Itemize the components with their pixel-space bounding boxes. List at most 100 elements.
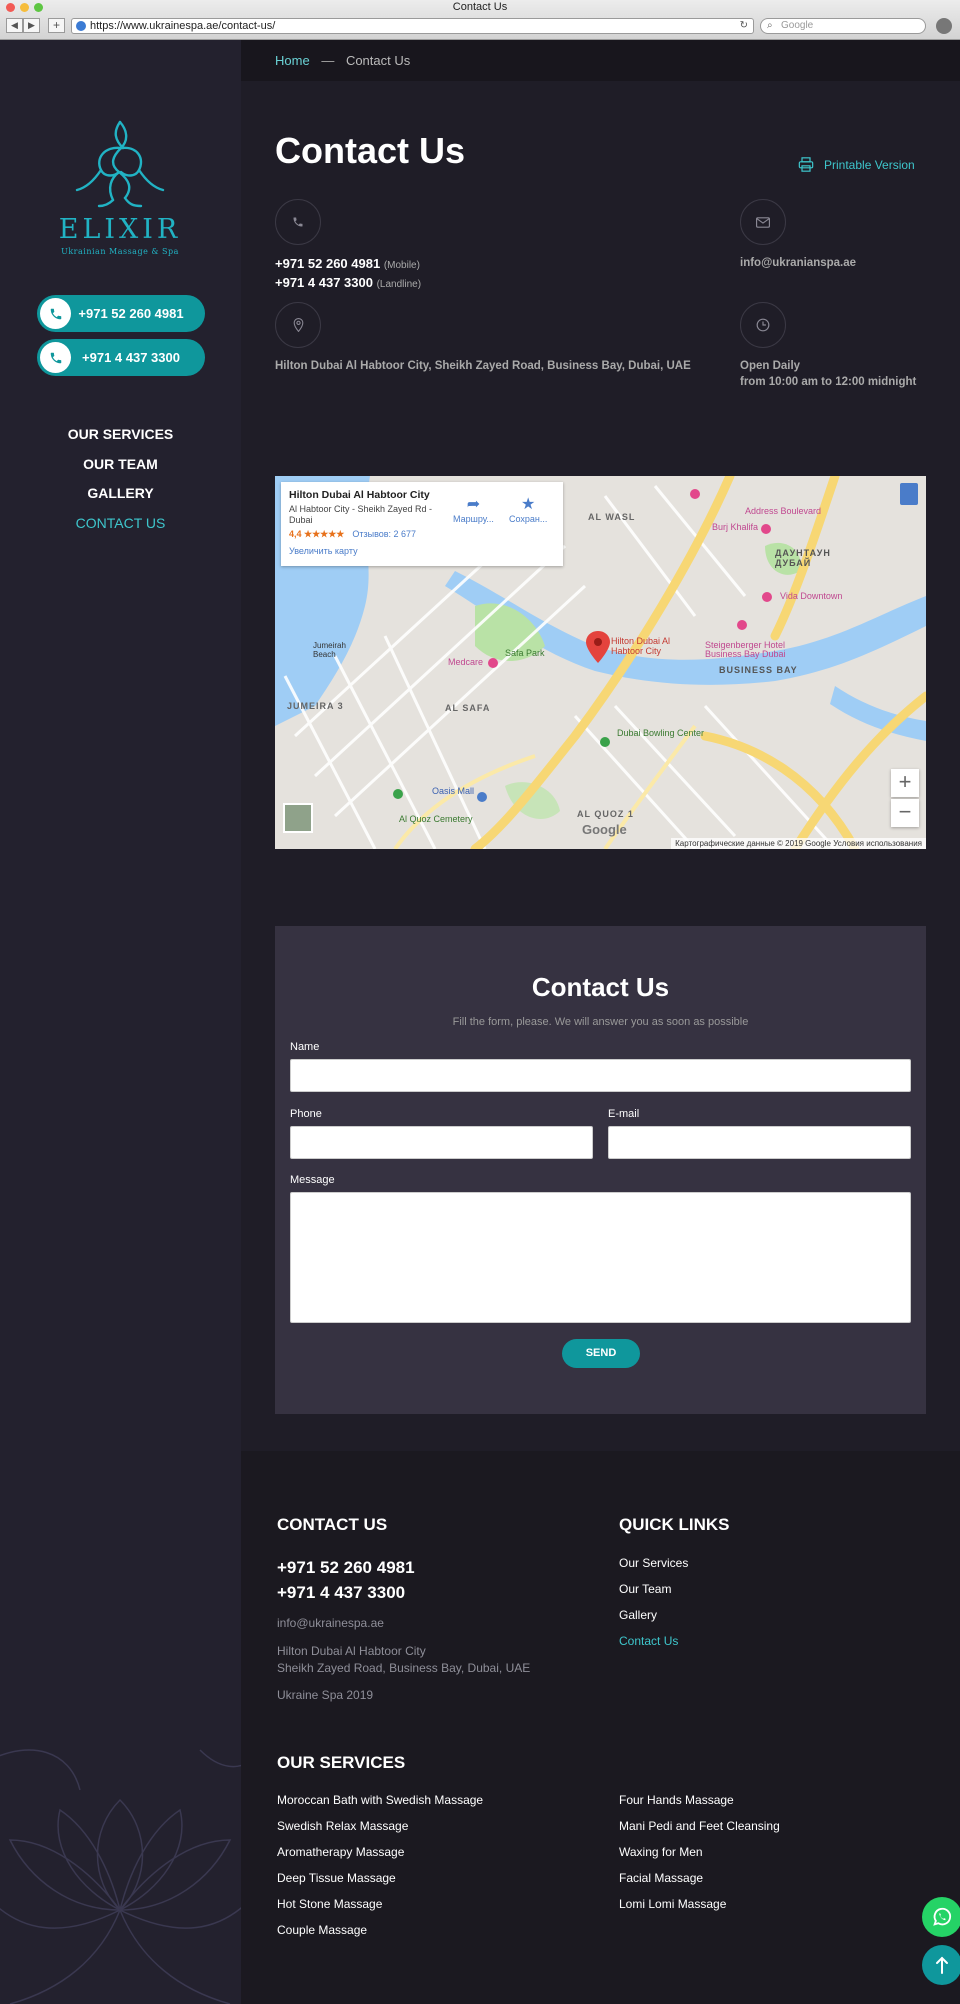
sidebar-phone-text-2: +971 4 437 3300 [82,350,180,365]
email-field[interactable] [608,1126,911,1159]
map-attribution[interactable]: Картографические данные © 2019 Google Ус… [671,838,926,849]
message-label: Message [290,1174,335,1186]
footer-phone-2[interactable]: +971 4 437 3300 [277,1583,405,1603]
browser-search-input[interactable]: ⌕ Google [760,18,926,34]
service-link[interactable]: Waxing for Men [619,1845,703,1859]
footer-address-line-1: Hilton Dubai Al Habtoor City [277,1644,426,1658]
contact-phone-mobile[interactable]: +971 52 260 4981 [275,256,380,271]
phone-icon [275,199,321,245]
phone-label: Phone [290,1108,322,1120]
map-reviews-link[interactable]: Отзывов: 2 677 [352,529,416,539]
map-route-button[interactable]: ➦ Маршру... [453,494,494,524]
browser-chrome: Contact Us ◀ ▶ + https://www.ukrainespa.… [0,0,960,40]
breadcrumb-home-link[interactable]: Home [275,53,310,68]
page-title: Contact Us [275,130,466,171]
breadcrumb-current: Contact Us [345,53,411,68]
footer-contact-heading: CONTACT US [277,1515,388,1534]
zoom-out-button[interactable]: − [891,799,919,827]
form-title: Contact Us [531,972,670,1002]
phone-icon [40,342,71,373]
sidebar-phone-button-1[interactable]: +971 52 260 4981 [37,295,205,332]
map-label-business-bay: BUSINESS BAY [719,665,798,675]
service-link[interactable]: Aromatherapy Massage [277,1845,404,1859]
forward-button[interactable]: ▶ [23,18,40,33]
service-link[interactable]: Swedish Relax Massage [277,1819,408,1833]
service-link[interactable]: Deep Tissue Massage [277,1871,396,1885]
phone-field[interactable] [290,1126,593,1159]
contact-phone-mobile-note: (Mobile) [383,260,420,271]
map-label-address-boulevard: Address Boulevard [745,506,822,516]
footer-copyright: Ukraine Spa 2019 [277,1688,374,1702]
map-enlarge-link[interactable]: Увеличить карту [289,546,555,556]
email-label: E-mail [608,1108,640,1120]
quick-link-our-team[interactable]: Our Team [619,1582,671,1596]
sidebar-phone-text-1: +971 52 260 4981 [78,306,184,321]
send-button[interactable]: SEND [562,1339,640,1368]
downloads-icon[interactable] [936,18,952,34]
map-save-button[interactable]: ★ Сохран... [509,494,547,524]
contact-hours: Open Daily from 10:00 am to 12:00 midnig… [740,358,916,390]
whatsapp-button[interactable] [922,1897,960,1937]
address-bar[interactable]: https://www.ukrainespa.ae/contact-us/ ↻ [71,18,754,34]
service-link[interactable]: Four Hands Massage [619,1793,734,1807]
printable-version-label: Printable Version [824,157,915,172]
map-route-label: Маршру... [453,514,494,524]
new-tab-button[interactable]: + [48,18,65,33]
hours-line-1: Open Daily [740,360,801,372]
service-link[interactable]: Mani Pedi and Feet Cleansing [619,1819,780,1833]
breadcrumb-separator: — [321,53,335,68]
sidebar-phone-button-2[interactable]: +971 4 437 3300 [37,339,205,376]
sidebar-item-gallery[interactable]: GALLERY [0,479,241,509]
map-label-bowling: Dubai Bowling Center [617,728,705,738]
satellite-toggle[interactable] [283,803,313,833]
globe-icon [76,21,86,31]
printer-icon [798,157,814,172]
map-label-hilton: Hilton Dubai Al Habtoor City [611,636,671,656]
service-link[interactable]: Hot Stone Massage [277,1897,382,1911]
footer-email[interactable]: info@ukrainespa.ae [277,1615,384,1632]
sidebar-item-our-team[interactable]: OUR TEAM [0,450,241,480]
map-rating: 4,4 ★★★★★ Отзывов: 2 677 [289,529,555,540]
google-map[interactable]: AL WASL Burj Khalifa Address Boulevard Д… [275,476,926,849]
map-place-address: Al Habtoor City - Sheikh Zayed Rd - Duba… [289,504,433,525]
brand-name: ELIXIR [58,214,182,245]
service-link[interactable]: Lomi Lomi Massage [619,1897,726,1911]
map-label-al-quoz-1: AL QUOZ 1 [577,809,634,819]
contact-form: Contact Us Fill the form, please. We wil… [275,926,926,1414]
service-link[interactable]: Moroccan Bath with Swedish Massage [277,1793,483,1807]
sidebar: ELIXIR Ukrainian Massage & Spa +971 52 2… [0,40,241,2004]
contact-email[interactable]: info@ukranianspa.ae [740,255,856,271]
scroll-to-top-button[interactable] [922,1945,960,1985]
contact-phone-landline[interactable]: +971 4 437 3300 [275,275,373,290]
map-label-burj-khalifa: Burj Khalifa [712,522,759,532]
printable-version-link[interactable]: Printable Version [798,157,915,172]
mail-icon [740,199,786,245]
map-label-safa-park: Safa Park [505,648,545,658]
logo[interactable]: ELIXIR Ukrainian Massage & Spa [50,118,190,256]
url-text: https://www.ukrainespa.ae/contact-us/ [90,20,276,32]
contact-phones: +971 52 260 4981 (Mobile) +971 4 437 330… [275,255,421,293]
name-field[interactable] [290,1059,911,1092]
map-label-downtown: ДАУНТАУН ДУБАЙ [775,548,831,568]
quick-link-contact-us[interactable]: Contact Us [619,1634,678,1648]
zoom-in-button[interactable]: + [891,769,919,797]
footer-quick-links-heading: QUICK LINKS [619,1515,730,1534]
sidebar-item-our-services[interactable]: OUR SERVICES [0,420,241,450]
reload-icon[interactable]: ↻ [740,19,748,33]
brand-tagline: Ukrainian Massage & Spa [61,247,179,256]
quick-link-gallery[interactable]: Gallery [619,1608,657,1622]
back-button[interactable]: ◀ [6,18,23,33]
breadcrumb: Home — Contact Us [241,40,960,81]
quick-link-our-services[interactable]: Our Services [619,1556,688,1570]
service-link[interactable]: Couple Massage [277,1923,367,1937]
message-field[interactable] [290,1192,911,1323]
directions-icon: ➦ [466,496,481,513]
footer-phone-1[interactable]: +971 52 260 4981 [277,1558,415,1578]
map-label-jumeirah-beach: Jumeirah Beach [313,641,346,659]
street-view-icon[interactable] [900,483,918,505]
search-icon: ⌕ [767,20,773,31]
sidebar-item-contact-us[interactable]: CONTACT US [0,509,241,539]
service-link[interactable]: Facial Massage [619,1871,703,1885]
map-rating-stars: 4,4 ★★★★★ [289,529,345,539]
map-label-al-safa: AL SAFA [445,703,491,713]
